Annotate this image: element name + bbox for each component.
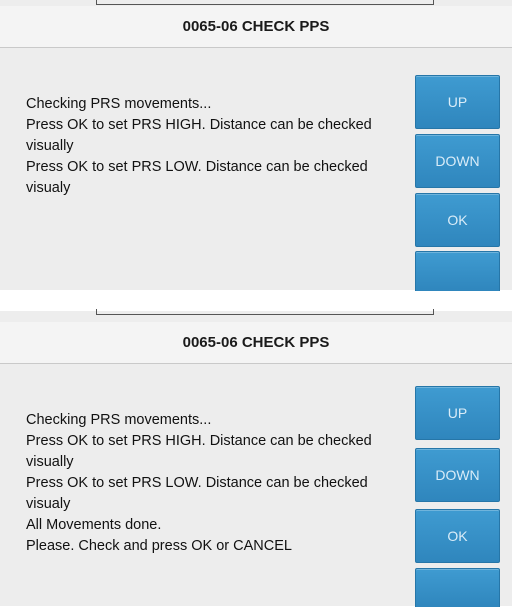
down-button[interactable]: DOWN (415, 448, 500, 502)
check-pps-dialog-before: 0065-06 CHECK PPS Checking PRS movements… (0, 0, 512, 291)
window-tab-outline (96, 309, 434, 315)
message-line: Press OK to set PRS HIGH. Distance can b… (26, 117, 376, 154)
message-line: Checking PRS movements... (26, 412, 212, 428)
message-line: Press OK to set PRS LOW. Distance can be… (26, 475, 372, 512)
ok-button[interactable]: OK (415, 509, 500, 563)
up-button[interactable]: UP (415, 386, 500, 440)
up-button[interactable]: UP (415, 75, 500, 129)
dialog-message: Checking PRS movements... Press OK to se… (26, 94, 401, 199)
message-line: Press OK to set PRS LOW. Distance can be… (26, 159, 372, 196)
partially-visible-button[interactable] (415, 251, 500, 291)
partially-visible-button[interactable] (415, 568, 500, 607)
dialog-title: 0065-06 CHECK PPS (0, 6, 512, 48)
dialog-message: Checking PRS movements... Press OK to se… (26, 410, 401, 557)
down-button[interactable]: DOWN (415, 134, 500, 188)
message-line: Please. Check and press OK or CANCEL (26, 538, 292, 554)
message-line: Checking PRS movements... (26, 96, 212, 112)
window-tab-outline (96, 0, 434, 5)
check-pps-dialog-after: 0065-06 CHECK PPS Checking PRS movements… (0, 309, 512, 607)
message-line: Press OK to set PRS HIGH. Distance can b… (26, 433, 376, 470)
message-line: All Movements done. (26, 517, 162, 533)
ok-button[interactable]: OK (415, 193, 500, 247)
dialog-title: 0065-06 CHECK PPS (0, 322, 512, 364)
